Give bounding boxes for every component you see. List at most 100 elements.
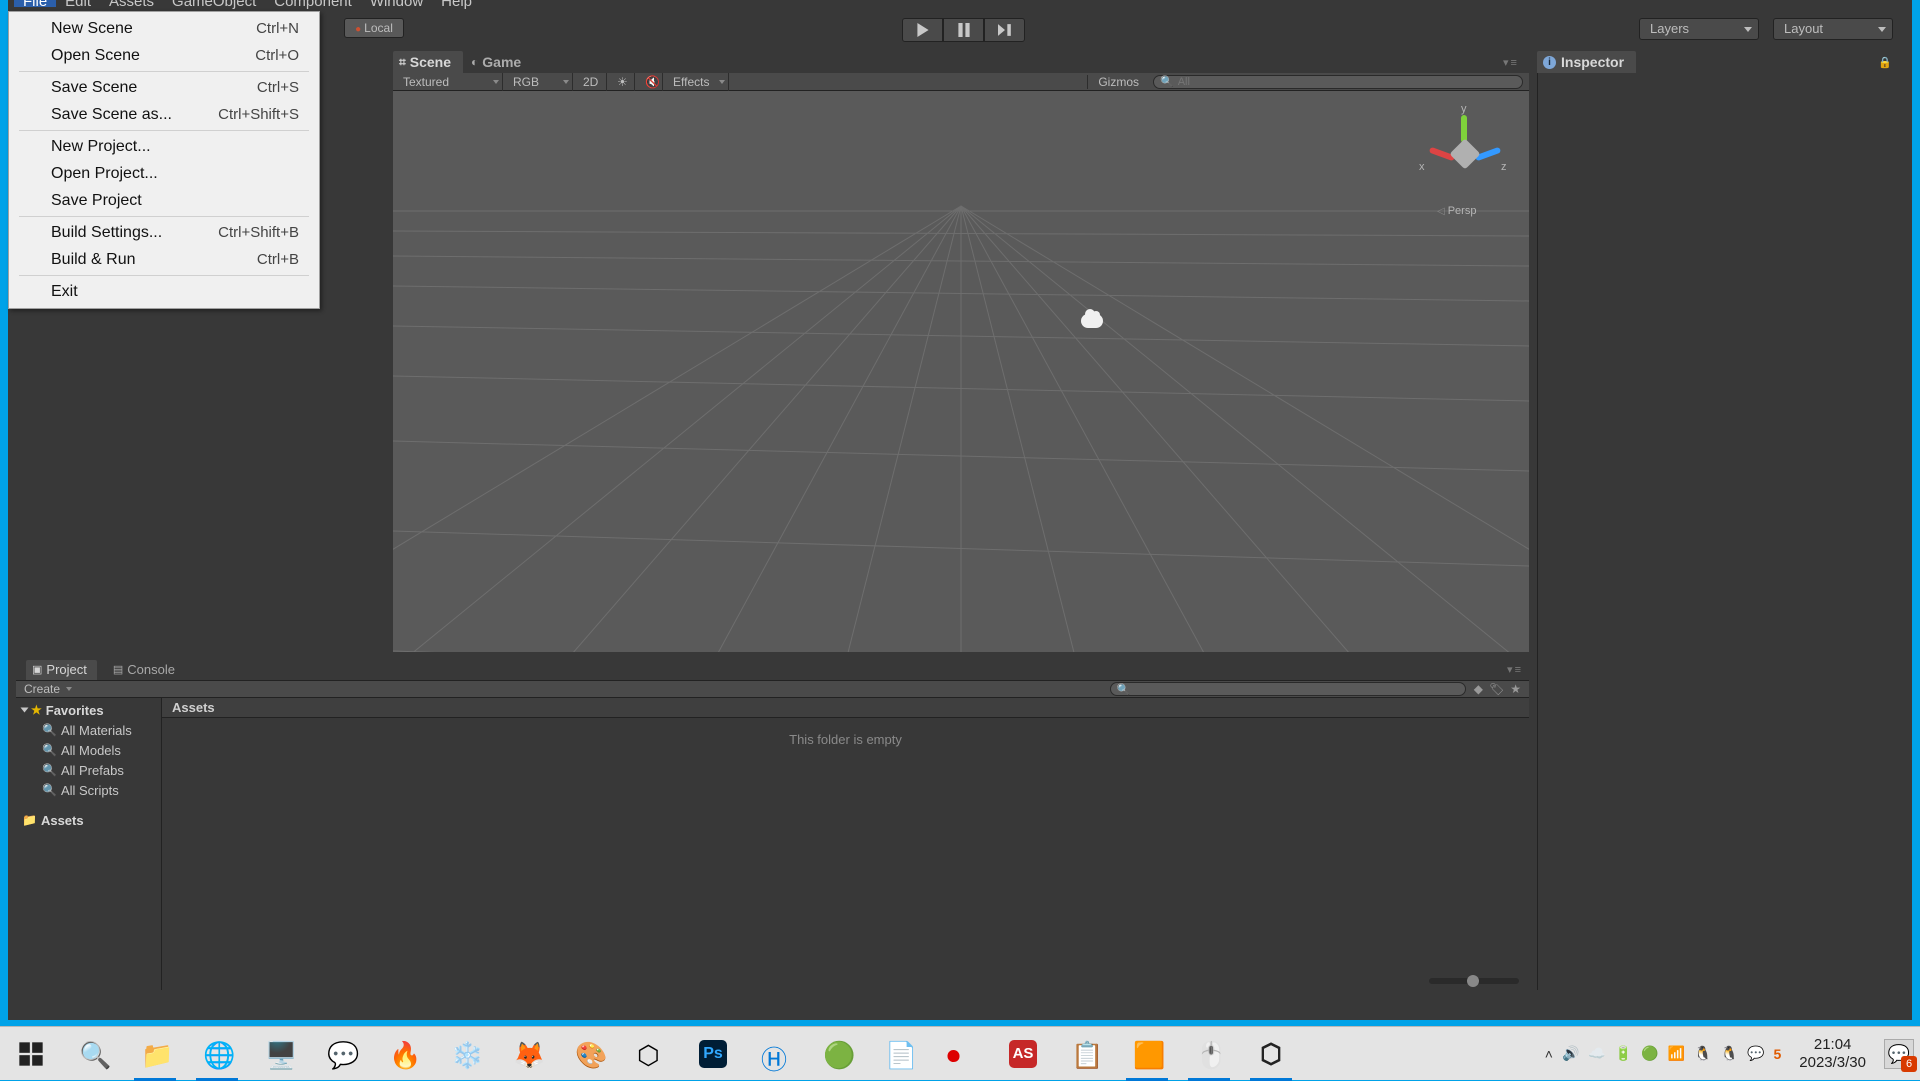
save-search-icon[interactable]: ★ [1510, 682, 1521, 696]
breadcrumb[interactable]: Assets [162, 698, 1529, 718]
volume-icon[interactable]: 🔊 [1562, 1045, 1579, 1062]
play-button[interactable] [902, 18, 943, 42]
light-gizmo-icon[interactable] [1081, 314, 1103, 328]
layout-dropdown[interactable]: Layout [1773, 18, 1893, 40]
axis-center[interactable] [1449, 138, 1480, 169]
scene-toolbar: Textured RGB 2D ☀ 🔇 Effects Gizmos 🔍 [393, 73, 1529, 91]
taskbar-chrome[interactable]: 🟢 [806, 1027, 868, 1081]
tree-favorites[interactable]: ★Favorites [16, 700, 161, 720]
scene-panel-options-icon[interactable]: ▾≡ [1503, 56, 1519, 69]
tree-assets[interactable]: 📁Assets [16, 810, 161, 830]
menu-window[interactable]: Window [361, 0, 432, 7]
tab-console[interactable]: ▤Console [107, 660, 185, 680]
scene-search[interactable]: 🔍 [1153, 75, 1523, 89]
taskbar-app-9[interactable]: 🟧 [1116, 1027, 1178, 1081]
tray-icon-1[interactable]: 🟢 [1641, 1045, 1658, 1062]
taskbar-wechat[interactable]: 💬 [310, 1027, 372, 1081]
taskbar-app-8[interactable]: 📋 [1054, 1027, 1116, 1081]
search-icon: 🔍 [79, 1040, 107, 1068]
project-content[interactable]: Assets This folder is empty [162, 698, 1529, 990]
file-build-settings[interactable]: Build Settings...Ctrl+Shift+B [9, 219, 319, 246]
shading-mode-dropdown[interactable]: Textured [393, 73, 503, 91]
project-search[interactable]: 🔍 [1110, 682, 1466, 696]
file-save-scene-as[interactable]: Save Scene as...Ctrl+Shift+S [9, 101, 319, 128]
file-new-scene[interactable]: New SceneCtrl+N [9, 15, 319, 42]
file-menu: New SceneCtrl+N Open SceneCtrl+O Save Sc… [8, 11, 320, 309]
search-button[interactable]: 🔍 [62, 1027, 124, 1081]
file-open-project[interactable]: Open Project... [9, 160, 319, 187]
step-button[interactable] [984, 18, 1025, 42]
lighting-toggle-icon[interactable]: ☀ [607, 73, 635, 91]
clock-date: 2023/3/30 [1799, 1054, 1866, 1072]
thumbnail-size-slider[interactable] [1429, 978, 1519, 984]
menu-help[interactable]: Help [432, 0, 481, 7]
orientation-gizmo[interactable]: y x z Persp [1419, 103, 1509, 223]
taskbar-unity[interactable] [1240, 1027, 1302, 1081]
scene-search-input[interactable] [1178, 76, 1516, 88]
taskbar-app-5[interactable]: ⬡ [620, 1027, 682, 1081]
taskbar-record[interactable]: ⏺ [930, 1027, 992, 1081]
projection-label[interactable]: Persp [1437, 205, 1476, 217]
tab-inspector[interactable]: i Inspector [1537, 51, 1636, 73]
taskbar-app-10[interactable]: 🖱️ [1178, 1027, 1240, 1081]
menu-component[interactable]: Component [265, 0, 361, 7]
taskbar-edge[interactable]: 🌐 [186, 1027, 248, 1081]
project-panel-options-icon[interactable]: ▾≡ [1507, 663, 1523, 676]
onedrive-icon[interactable]: ☁️ [1588, 1045, 1605, 1062]
menu-edit[interactable]: Edit [56, 0, 100, 7]
taskbar-app-3[interactable]: ❄️ [434, 1027, 496, 1081]
file-open-scene[interactable]: Open SceneCtrl+O [9, 42, 319, 69]
axis-y-label: y [1461, 103, 1467, 115]
taskbar-notepad[interactable]: 📄 [868, 1027, 930, 1081]
taskbar-app-1[interactable]: 🖥️ [248, 1027, 310, 1081]
file-save-scene[interactable]: Save SceneCtrl+S [9, 74, 319, 101]
file-save-project[interactable]: Save Project [9, 187, 319, 214]
file-new-project[interactable]: New Project... [9, 133, 319, 160]
taskbar-app-6[interactable]: Ⓗ [744, 1027, 806, 1081]
start-button[interactable] [0, 1027, 62, 1081]
local-toggle[interactable]: Local [344, 18, 404, 38]
search-icon: 🔍 [42, 763, 57, 777]
tree-all-materials[interactable]: 🔍All Materials [16, 720, 161, 740]
tab-scene[interactable]: ⌗Scene [393, 51, 463, 73]
tab-game[interactable]: ◐Game [465, 51, 533, 73]
tree-all-prefabs[interactable]: 🔍All Prefabs [16, 760, 161, 780]
tray-icon-5[interactable]: 5 [1773, 1046, 1781, 1062]
tray-icon-2[interactable]: 🐧 [1694, 1045, 1711, 1062]
create-dropdown[interactable]: Create [24, 682, 72, 696]
menu-gameobject[interactable]: GameObject [163, 0, 265, 7]
clock[interactable]: 21:04 2023/3/30 [1791, 1036, 1874, 1072]
file-build-run[interactable]: Build & RunCtrl+B [9, 246, 319, 273]
taskbar-firefox[interactable]: 🦊 [496, 1027, 558, 1081]
tray-overflow-icon[interactable]: ˄ [1545, 1046, 1553, 1062]
effects-dropdown[interactable]: Effects [663, 73, 729, 91]
gizmos-dropdown[interactable]: Gizmos [1087, 75, 1149, 89]
tree-all-models[interactable]: 🔍All Models [16, 740, 161, 760]
battery-icon[interactable]: 🔋 [1615, 1045, 1632, 1062]
project-toolbar: Create 🔍 ◆ 🏷 ★ [16, 680, 1529, 698]
scene-viewport[interactable]: y x z Persp [393, 91, 1529, 652]
menu-assets[interactable]: Assets [100, 0, 163, 7]
pause-button[interactable] [943, 18, 984, 42]
wifi-icon[interactable]: 📶 [1668, 1045, 1685, 1062]
scene-icon: ⌗ [399, 51, 406, 73]
render-mode-dropdown[interactable]: RGB [503, 73, 573, 91]
notifications-button[interactable]: 💬6 [1884, 1039, 1914, 1069]
taskbar-app-2[interactable]: 🔥 [372, 1027, 434, 1081]
audio-toggle-icon[interactable]: 🔇 [635, 73, 663, 91]
filter-by-label-icon[interactable]: 🏷 [1489, 682, 1504, 696]
taskbar-photoshop[interactable]: Ps [682, 1027, 744, 1081]
2d-toggle[interactable]: 2D [573, 73, 607, 91]
taskbar-app-4[interactable]: 🎨 [558, 1027, 620, 1081]
menu-file[interactable]: File [14, 0, 56, 7]
taskbar-explorer[interactable]: 📁 [124, 1027, 186, 1081]
filter-by-type-icon[interactable]: ◆ [1474, 682, 1483, 696]
tree-all-scripts[interactable]: 🔍All Scripts [16, 780, 161, 800]
tray-icon-4[interactable]: 💬 [1747, 1045, 1764, 1062]
tab-project[interactable]: ▣Project [26, 660, 97, 680]
tray[interactable]: ˄ 🔊 ☁️ 🔋 🟢 📶 🐧 🐧 💬 5 [1545, 1045, 1781, 1062]
file-exit[interactable]: Exit [9, 278, 319, 305]
taskbar-app-7[interactable]: AS [992, 1027, 1054, 1081]
layers-dropdown[interactable]: Layers [1639, 18, 1759, 40]
tray-icon-3[interactable]: 🐧 [1721, 1045, 1738, 1062]
